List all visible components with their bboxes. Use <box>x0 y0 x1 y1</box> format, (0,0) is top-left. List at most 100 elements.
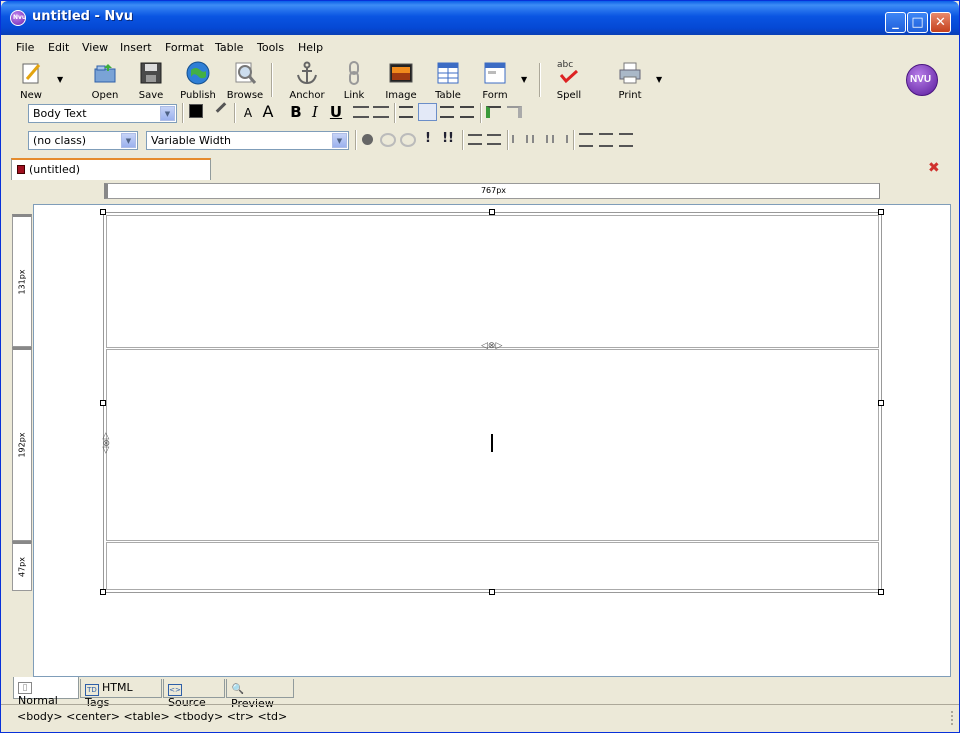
minimize-button[interactable]: _ <box>885 12 906 33</box>
form-dropdown-icon[interactable]: ▼ <box>521 75 527 84</box>
resize-grip-icon[interactable] <box>941 711 953 725</box>
italic-button[interactable]: I <box>306 103 324 121</box>
new-button[interactable]: New <box>9 61 53 101</box>
table-cell[interactable] <box>106 542 879 590</box>
toolbar-separator <box>507 130 509 150</box>
letter-spacing-increase-icon[interactable] <box>532 135 548 143</box>
larger-font-button[interactable]: A <box>259 102 277 121</box>
numbered-list-icon[interactable] <box>353 106 369 118</box>
indent-icon[interactable] <box>486 106 501 118</box>
print-dropdown-icon[interactable]: ▼ <box>656 75 662 84</box>
smaller-font-button[interactable]: A <box>239 106 257 120</box>
title-bar[interactable]: Nvu untitled - Nvu _ □ ✕ <box>1 1 959 35</box>
vertical-align-bottom-icon[interactable] <box>619 133 633 147</box>
resize-handle[interactable] <box>100 589 106 595</box>
resize-handle[interactable] <box>489 209 495 215</box>
toolbar-separator <box>539 63 541 97</box>
open-button[interactable]: Open <box>83 61 127 101</box>
picture-icon <box>389 61 413 85</box>
save-label: Save <box>138 90 164 101</box>
menu-table[interactable]: Table <box>215 41 243 54</box>
row-mover-icon[interactable]: ◁⊗▷ <box>481 341 502 351</box>
tab-preview[interactable]: 🔍Preview <box>226 679 294 710</box>
form-button[interactable]: Form <box>473 61 517 101</box>
style-bubble-icon[interactable] <box>362 134 373 145</box>
line-spacing-icon[interactable] <box>468 134 482 145</box>
letter-spacing-reset-icon[interactable] <box>552 135 568 143</box>
toolbar-separator <box>573 130 575 150</box>
close-button[interactable]: ✕ <box>930 12 951 33</box>
toolbar-separator <box>234 103 236 123</box>
style-bubbles-alt-icon[interactable] <box>400 133 416 147</box>
tab-normal[interactable]: ▯Normal <box>13 677 79 707</box>
open-folder-icon <box>93 61 117 85</box>
align-left-icon[interactable] <box>399 106 413 118</box>
resize-handle[interactable] <box>100 209 106 215</box>
toolbar-separator <box>480 103 482 123</box>
letter-spacing-decrease-icon[interactable] <box>512 135 528 143</box>
table-button[interactable]: Table <box>426 61 470 101</box>
line-spacing-alt-icon[interactable] <box>487 134 501 145</box>
align-center-icon[interactable] <box>418 103 437 121</box>
menu-format[interactable]: Format <box>165 41 204 54</box>
open-label: Open <box>91 90 119 101</box>
browse-button[interactable]: Browse <box>223 61 267 101</box>
row-height-ruler[interactable]: 192px <box>12 347 32 541</box>
tab-source[interactable]: <>Source <box>163 679 225 709</box>
resize-handle[interactable] <box>489 589 495 595</box>
table-cell[interactable] <box>106 215 879 348</box>
paragraph-style-select[interactable]: Body Text ▼ <box>28 104 177 123</box>
print-button[interactable]: Print <box>608 61 652 101</box>
save-button[interactable]: Save <box>129 61 173 101</box>
nvu-logo-text: NVU <box>910 74 932 85</box>
align-right-icon[interactable] <box>440 106 454 118</box>
resize-handle[interactable] <box>100 400 106 406</box>
link-button[interactable]: Link <box>332 61 376 101</box>
nvu-app-icon: Nvu <box>10 10 26 26</box>
menu-file[interactable]: File <box>16 41 34 54</box>
very-important-button[interactable]: !! <box>439 131 457 146</box>
menu-insert[interactable]: Insert <box>120 41 152 54</box>
bulleted-list-icon[interactable] <box>373 106 389 118</box>
bold-button[interactable]: B <box>287 103 305 121</box>
column-mover-icon[interactable]: ◁⊗▷ <box>101 432 111 453</box>
new-dropdown-icon[interactable]: ▼ <box>57 75 63 84</box>
vertical-align-top-icon[interactable] <box>579 133 593 147</box>
justify-icon[interactable] <box>460 106 474 118</box>
menu-help[interactable]: Help <box>298 41 323 54</box>
class-select[interactable]: (no class) ▼ <box>28 131 138 150</box>
font-select[interactable]: Variable Width ▼ <box>146 131 349 150</box>
spell-button[interactable]: abc Spell <box>547 60 591 101</box>
underline-button[interactable]: U <box>327 103 345 121</box>
form-label: Form <box>482 90 508 101</box>
paragraph-style-value: Body Text <box>33 107 87 120</box>
image-button[interactable]: Image <box>379 61 423 101</box>
vertical-align-middle-icon[interactable] <box>599 133 613 147</box>
style-bubbles-icon[interactable] <box>380 133 396 147</box>
menu-view[interactable]: View <box>82 41 108 54</box>
publish-button[interactable]: Publish <box>176 61 220 101</box>
anchor-button[interactable]: Anchor <box>285 61 329 101</box>
close-tab-icon[interactable]: ✖ <box>928 160 940 176</box>
resize-handle[interactable] <box>878 589 884 595</box>
menu-tools[interactable]: Tools <box>257 41 284 54</box>
page-icon: ▯ <box>18 682 32 694</box>
highlight-pencil-icon[interactable] <box>215 102 227 113</box>
tab-html-tags[interactable]: TD HTML Tags <box>80 679 162 709</box>
link-label: Link <box>343 90 365 101</box>
outdent-icon[interactable] <box>507 106 522 118</box>
important-button[interactable]: ! <box>419 131 437 146</box>
row-height-ruler[interactable]: 131px <box>12 214 32 347</box>
chevron-down-icon: ▼ <box>160 106 175 121</box>
publish-label: Publish <box>180 90 216 101</box>
resize-handle[interactable] <box>878 209 884 215</box>
toolbar-separator <box>462 130 464 150</box>
tab-untitled[interactable]: (untitled) <box>11 158 211 180</box>
tag-path[interactable]: <body> <center> <table> <tbody> <tr> <td… <box>17 710 287 723</box>
maximize-button[interactable]: □ <box>907 12 928 33</box>
width-ruler[interactable]: 767px <box>104 183 880 199</box>
menu-edit[interactable]: Edit <box>48 41 69 54</box>
text-color-button[interactable] <box>189 104 203 118</box>
row-height-ruler[interactable]: 47px <box>12 541 32 591</box>
resize-handle[interactable] <box>878 400 884 406</box>
